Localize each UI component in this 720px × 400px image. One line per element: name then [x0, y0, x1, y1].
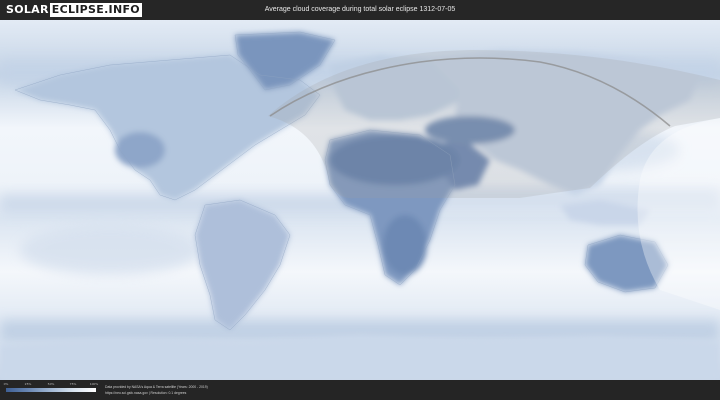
- cloud-coverage-legend-bar: [6, 388, 96, 392]
- us-southwest-clear-sky: [115, 132, 165, 168]
- data-source-link[interactable]: https://neo.sci.gsfc.nasa.gov | Resoluti…: [105, 391, 186, 396]
- cloud-coverage-map: [0, 20, 720, 380]
- data-credit-text: Data provided by NASA's Aqua & Terra sat…: [105, 385, 208, 389]
- footer-bar: 0% 25% 50% 75% 100% Data provided by NAS…: [0, 380, 720, 400]
- map-title: Average cloud coverage during total sola…: [264, 6, 456, 13]
- world-map-svg: [0, 20, 720, 380]
- site-logo[interactable]: SOLAR ECLIPSE.INFO: [6, 3, 142, 17]
- logo-text-eclipse-info: ECLIPSE.INFO: [49, 3, 142, 17]
- legend-tick-0: 0%: [3, 382, 9, 386]
- legend-tick-75: 75%: [69, 382, 77, 386]
- southern-africa-clear-sky: [383, 215, 427, 275]
- logo-text-solar: SOLAR: [6, 3, 49, 16]
- legend-tick-50: 50%: [47, 382, 55, 386]
- header-bar: SOLAR ECLIPSE.INFO Average cloud coverage…: [0, 0, 720, 20]
- legend-tick-100: 100%: [89, 382, 99, 386]
- antarctica: [0, 335, 720, 380]
- legend-tick-25: 25%: [24, 382, 32, 386]
